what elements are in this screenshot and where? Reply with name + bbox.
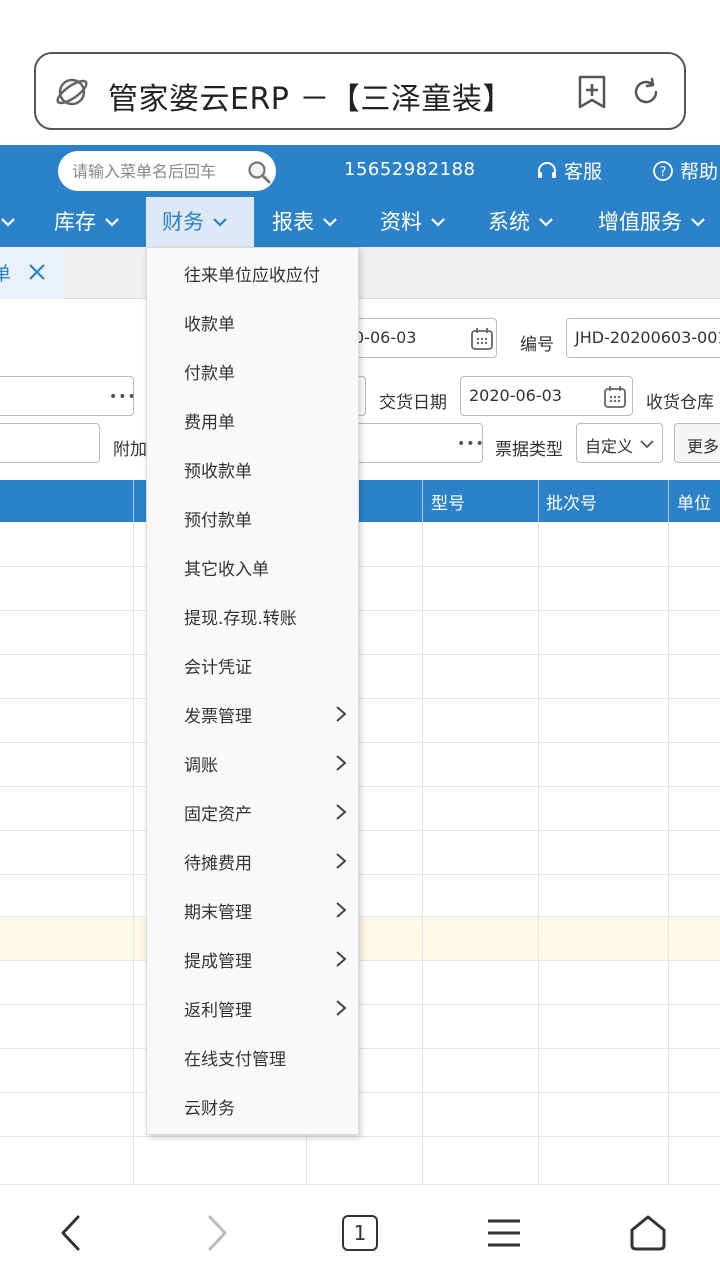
nav-item-partial[interactable]: [0, 197, 16, 247]
nav-item-reports[interactable]: 报表: [272, 197, 338, 247]
menu-item-deferred-expense[interactable]: 待摊费用: [147, 836, 358, 885]
svg-text:?: ?: [660, 165, 667, 180]
calendar-icon[interactable]: [470, 327, 494, 351]
close-icon[interactable]: [28, 263, 46, 281]
number-label: 编号: [520, 335, 554, 355]
menu-item-period-end[interactable]: 期末管理: [147, 885, 358, 934]
menu-item-commission[interactable]: 提成管理: [147, 934, 358, 983]
left-field[interactable]: [0, 423, 100, 463]
page-title: 管家婆云ERP －【三泽童装】: [108, 82, 513, 117]
extra-field[interactable]: •••: [340, 423, 485, 463]
more-button[interactable]: 更多: [674, 423, 720, 463]
menu-item-receivables-payables[interactable]: 往来单位应收应付: [147, 248, 358, 297]
menu-icon[interactable]: [486, 1213, 522, 1253]
bill-type-select[interactable]: 自定义: [576, 423, 663, 463]
menu-item-cash-transfer[interactable]: 提现.存现.转账: [147, 591, 358, 640]
nav-item-data[interactable]: 资料: [380, 197, 446, 247]
chevron-down-icon: [539, 218, 553, 227]
nav-item-finance[interactable]: 财务: [146, 197, 254, 247]
menu-item-rebate[interactable]: 返利管理: [147, 983, 358, 1032]
tab-current[interactable]: 单: [0, 247, 64, 299]
chevron-right-icon: [336, 853, 347, 869]
chevron-down-icon: [213, 218, 227, 227]
app-header: 15652982188 客服 ? 帮助: [0, 145, 720, 197]
menu-item-voucher[interactable]: 会计凭证: [147, 640, 358, 689]
finance-dropdown-menu: 往来单位应收应付 收款单 付款单 费用单 预收款单 预付款单 其它收入单 提现.…: [146, 247, 359, 1135]
search-input[interactable]: [72, 151, 242, 191]
nav-item-inventory[interactable]: 库存: [54, 197, 120, 247]
menu-item-payment[interactable]: 付款单: [147, 346, 358, 395]
tab-strip: 单: [0, 247, 720, 299]
chevron-right-icon: [336, 755, 347, 771]
forward-icon[interactable]: [206, 1213, 230, 1253]
reload-icon[interactable]: [630, 76, 662, 108]
help-link[interactable]: ? 帮助: [652, 157, 718, 184]
bill-type-label: 票据类型: [495, 440, 563, 460]
calendar-icon[interactable]: [603, 385, 627, 409]
more-dots-icon[interactable]: •••: [109, 389, 137, 405]
menu-item-invoice-management[interactable]: 发票管理: [147, 689, 358, 738]
globe-icon: [56, 78, 88, 106]
headset-icon: [538, 162, 556, 178]
main-nav: 库存 财务 报表 资料 系统 增值服务: [0, 197, 720, 247]
tab-label: 单: [0, 263, 12, 285]
tab-switcher-button[interactable]: 1: [342, 1215, 378, 1251]
column-header-model[interactable]: 型号: [431, 489, 465, 514]
add-bookmark-icon[interactable]: [576, 74, 608, 110]
search-icon[interactable]: [246, 159, 272, 185]
table-row-highlighted[interactable]: [0, 916, 720, 960]
home-icon[interactable]: [628, 1213, 668, 1253]
contact-phone: 15652982188: [344, 159, 476, 180]
menu-item-advance-payment[interactable]: 预付款单: [147, 493, 358, 542]
nav-item-system[interactable]: 系统: [488, 197, 554, 247]
menu-item-expense[interactable]: 费用单: [147, 395, 358, 444]
number-field[interactable]: JHD-20200603-001: [566, 318, 720, 358]
menu-item-fixed-assets[interactable]: 固定资产: [147, 787, 358, 836]
delivery-date-label: 交货日期: [379, 393, 447, 413]
help-icon: ?: [653, 161, 673, 181]
menu-item-adjustment[interactable]: 调账: [147, 738, 358, 787]
chevron-right-icon: [336, 951, 347, 967]
chevron-down-icon: [105, 218, 119, 227]
chevron-down-icon: [431, 218, 445, 227]
chevron-right-icon: [336, 902, 347, 918]
chevron-right-icon: [336, 706, 347, 722]
address-bar[interactable]: 管家婆云ERP －【三泽童装】: [34, 52, 686, 130]
help-label: 帮助: [680, 161, 719, 183]
menu-search[interactable]: [58, 151, 276, 191]
bill-date-field[interactable]: 0-06-03: [345, 318, 497, 358]
chevron-down-icon: [323, 218, 337, 227]
chevron-down-icon: [691, 218, 705, 227]
data-grid[interactable]: [0, 522, 720, 1184]
column-header-batch[interactable]: 批次号: [546, 489, 597, 514]
browser-bottom-bar: 1: [0, 1184, 720, 1280]
menu-item-receipt[interactable]: 收款单: [147, 297, 358, 346]
delivery-date-field[interactable]: 2020-06-03: [460, 376, 633, 416]
chevron-right-icon: [336, 804, 347, 820]
menu-item-advance-receipt[interactable]: 预收款单: [147, 444, 358, 493]
menu-item-other-income[interactable]: 其它收入单: [147, 542, 358, 591]
chevron-down-icon: [1, 218, 15, 227]
grid-header: 型号 批次号 单位: [0, 480, 720, 522]
chevron-right-icon: [336, 1000, 347, 1016]
extra-label: 附加: [113, 440, 147, 460]
back-icon[interactable]: [58, 1213, 82, 1253]
service-label: 客服: [564, 161, 603, 183]
partner-field[interactable]: •••: [0, 376, 137, 416]
menu-item-online-payment[interactable]: 在线支付管理: [147, 1032, 358, 1081]
nav-item-value-added[interactable]: 增值服务: [598, 197, 706, 247]
warehouse-label: 收货仓库: [646, 393, 714, 413]
more-dots-icon[interactable]: •••: [457, 436, 485, 452]
column-header-unit[interactable]: 单位: [677, 489, 711, 514]
chevron-down-icon: [640, 440, 654, 449]
service-link[interactable]: 客服: [536, 157, 602, 184]
menu-item-cloud-finance[interactable]: 云财务: [147, 1081, 358, 1130]
